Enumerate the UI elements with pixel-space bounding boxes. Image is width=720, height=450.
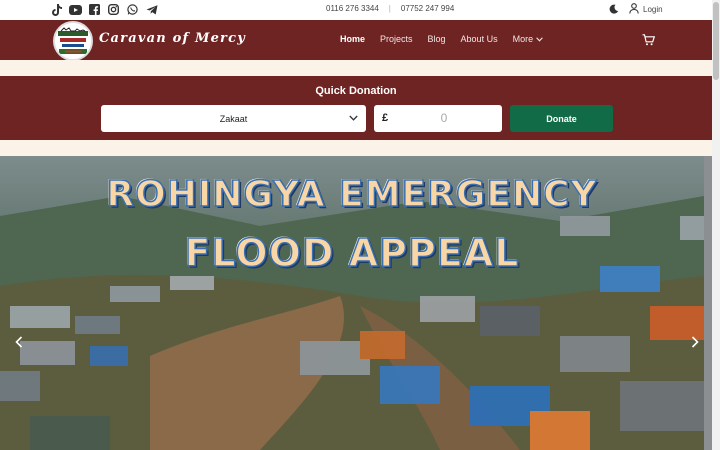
donation-type-select[interactable]: Zakaat xyxy=(101,105,366,132)
instagram-icon[interactable] xyxy=(107,3,120,16)
scrollbar-thumb[interactable] xyxy=(713,2,719,80)
facebook-icon[interactable] xyxy=(88,3,101,16)
contact-phones: 0116 276 3344 | 07752 247 994 xyxy=(326,4,454,13)
currency-symbol: £ xyxy=(382,112,389,124)
site-logo[interactable] xyxy=(53,21,93,61)
next-slide-peek xyxy=(704,156,712,450)
main-header: Caravan of Mercy Home Projects Blog Abou… xyxy=(0,20,712,61)
nav-about-us[interactable]: About Us xyxy=(461,34,498,44)
tiktok-icon[interactable] xyxy=(50,3,63,16)
top-right-controls: Login xyxy=(609,3,663,16)
carousel-next-icon[interactable] xyxy=(688,335,702,349)
moon-icon[interactable] xyxy=(609,4,619,16)
page-scrollbar[interactable] xyxy=(712,0,720,450)
donate-button[interactable]: Donate xyxy=(510,105,613,132)
hero-title-line-2: FLOOD APPEAL xyxy=(184,230,520,276)
telegram-icon[interactable] xyxy=(145,3,158,16)
nav-more[interactable]: More xyxy=(513,34,544,44)
social-links xyxy=(50,3,158,16)
phone-number-2[interactable]: 07752 247 994 xyxy=(401,4,454,13)
chevron-down-icon xyxy=(536,34,543,44)
cart-icon[interactable] xyxy=(642,33,656,51)
spacer-strip xyxy=(0,60,712,76)
brand-name[interactable]: Caravan of Mercy xyxy=(99,31,246,46)
spacer-strip-2 xyxy=(0,140,712,156)
quick-donation-bar: Quick Donation Zakaat 0 £ Donate xyxy=(0,76,712,140)
login-link[interactable]: Login xyxy=(629,3,663,16)
user-icon xyxy=(629,3,639,16)
carousel-prev-icon[interactable] xyxy=(12,335,26,349)
nav-blog[interactable]: Blog xyxy=(428,34,446,44)
phone-number-1[interactable]: 0116 276 3344 xyxy=(326,4,379,13)
phone-separator: | xyxy=(388,4,391,13)
nav-home[interactable]: Home xyxy=(340,34,365,44)
main-nav: Home Projects Blog About Us More xyxy=(340,34,543,44)
top-bar: 0116 276 3344 | 07752 247 994 Login xyxy=(0,0,712,20)
nav-more-label: More xyxy=(512,34,534,44)
hero-carousel[interactable]: ROHINGYA EMERGENCY FLOOD APPEAL xyxy=(0,156,704,450)
page: 0116 276 3344 | 07752 247 994 Login Cara… xyxy=(0,0,720,450)
chevron-down-icon xyxy=(349,113,358,123)
hero-title-line-1: ROHINGYA EMERGENCY xyxy=(106,173,598,216)
donation-amount-field[interactable]: 0 £ xyxy=(374,105,502,132)
whatsapp-icon[interactable] xyxy=(126,3,139,16)
donation-type-value: Zakaat xyxy=(219,113,248,124)
nav-projects[interactable]: Projects xyxy=(380,34,413,44)
login-label: Login xyxy=(643,5,663,14)
quick-donation-title: Quick Donation xyxy=(315,85,397,97)
youtube-icon[interactable] xyxy=(69,3,82,16)
donation-amount-value: 0 xyxy=(440,111,448,125)
